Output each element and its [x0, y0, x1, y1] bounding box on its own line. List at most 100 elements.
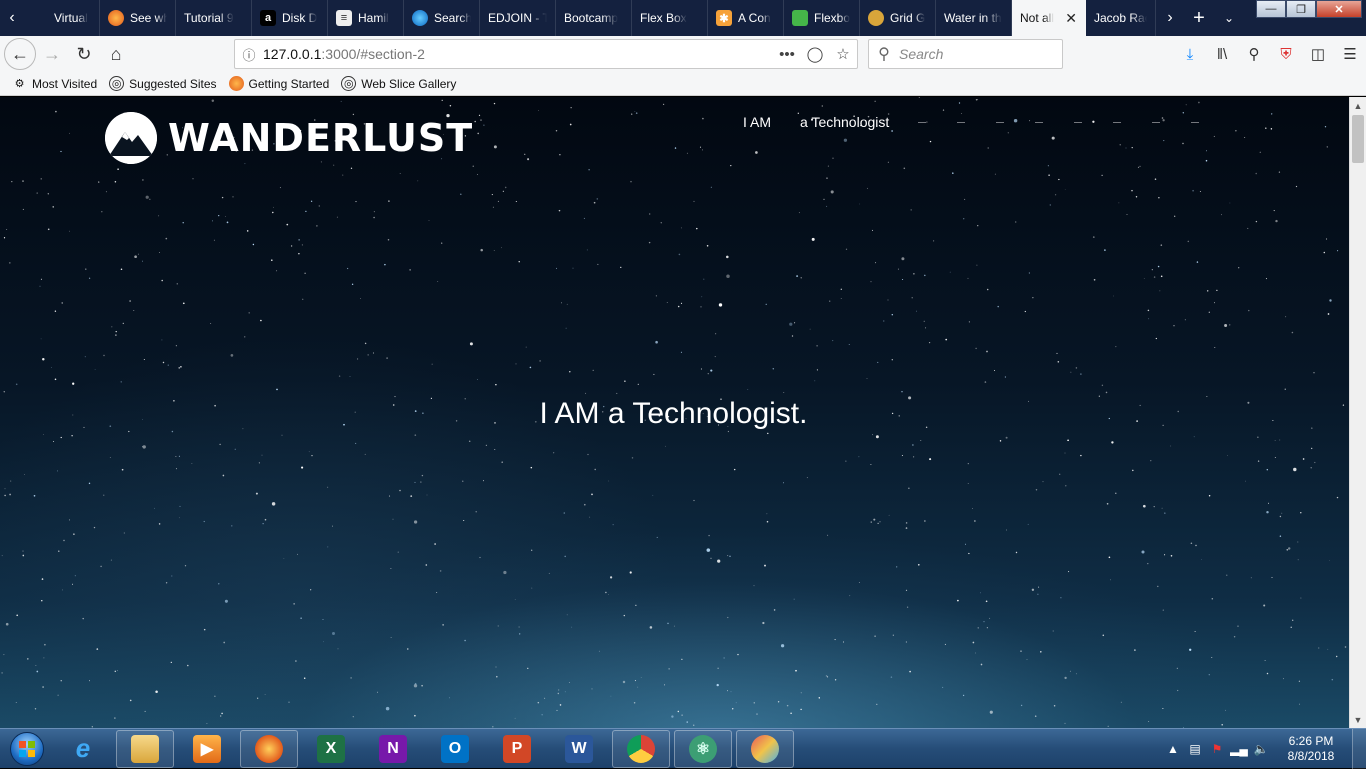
tab-scroll-left-icon[interactable]: ‹ — [0, 0, 24, 36]
maximize-icon[interactable]: ❐ — [1286, 0, 1316, 18]
shield-icon[interactable]: ⛨ — [1270, 46, 1302, 63]
bookmark-getting-started[interactable]: Getting Started — [228, 76, 329, 91]
url-host: 127.0.0.1 — [263, 46, 322, 62]
tab[interactable]: ✱ A Con — [708, 0, 784, 36]
scroll-down-icon[interactable]: ▼ — [1350, 711, 1366, 728]
reload-icon[interactable]: ↻ — [68, 38, 100, 70]
start-button[interactable] — [0, 729, 54, 769]
close-tab-icon[interactable]: ✕ — [1065, 10, 1077, 27]
nav-placeholder — [918, 121, 927, 123]
windows-logo-icon — [10, 731, 44, 766]
pocket-icon[interactable]: ◯ — [801, 45, 829, 63]
tab[interactable]: Jacob Rack — [1086, 0, 1156, 36]
home-icon[interactable]: ⌂ — [100, 38, 132, 70]
site-info-icon[interactable]: ⓘ — [235, 45, 263, 64]
show-desktop-button[interactable] — [1352, 729, 1366, 769]
outlook-icon[interactable]: O — [426, 730, 484, 768]
tab[interactable]: Tutorial 9 — [176, 0, 252, 36]
site-logo[interactable]: WANDERLUST — [105, 112, 473, 164]
paint-icon[interactable] — [736, 729, 794, 768]
search-input[interactable]: ⚲ Search — [868, 39, 1063, 69]
windows-taskbar: e ▶ X N O P W ⚛ ▲ ▤ ⚑ ▂▄ 🔈 6:26 PM 8/8/2… — [0, 728, 1366, 769]
page-icon — [32, 10, 48, 26]
volume-muted-icon[interactable]: 🔈 — [1250, 742, 1272, 756]
nav-placeholder — [1035, 121, 1044, 123]
new-tab-icon[interactable]: + — [1184, 0, 1214, 36]
atom-icon[interactable]: ⚛ — [674, 729, 732, 768]
search-icon[interactable]: ⚲ — [1238, 45, 1270, 63]
menu-icon[interactable]: ☰ — [1334, 45, 1366, 63]
tab[interactable]: Grid G — [860, 0, 936, 36]
nav-link-i-am[interactable]: I AM — [743, 114, 771, 130]
clock-time: 6:26 PM — [1288, 734, 1334, 748]
tab[interactable]: See wh — [100, 0, 176, 36]
media-player-icon[interactable]: ▶ — [178, 730, 236, 768]
tab-list-icon[interactable]: ⌄ — [1214, 0, 1244, 36]
toolbar-buttons: ⤓ ‖\ ⚲ ⛨ ◫ ☰ — [1174, 36, 1366, 72]
close-window-icon[interactable]: ✕ — [1316, 0, 1362, 18]
device-icon[interactable]: ▤ — [1184, 742, 1206, 756]
back-icon[interactable]: ← — [4, 38, 36, 70]
url-bar[interactable]: ⓘ 127.0.0.1:3000/#section-2 ••• ◯ ☆ — [234, 39, 858, 69]
tab-strip: ‹ Virtual See wh Tutorial 9 a Disk D ≡ Ham… — [0, 0, 1366, 36]
vertical-scrollbar[interactable]: ▲ ▼ — [1349, 97, 1366, 728]
globe-icon: ◎ — [109, 76, 125, 91]
tab[interactable]: Flex Box — [632, 0, 708, 36]
firefox-icon[interactable] — [240, 729, 298, 768]
excel-icon[interactable]: X — [302, 730, 360, 768]
flag-alert-icon[interactable]: ⚑ — [1206, 742, 1228, 756]
bookmark-star-icon[interactable]: ☆ — [829, 45, 857, 63]
nav-placeholder — [957, 121, 966, 123]
document-icon: ≡ — [336, 10, 352, 26]
forward-icon[interactable]: → — [36, 38, 68, 70]
globe-icon: ◎ — [341, 76, 357, 91]
scrollbar-thumb[interactable] — [1352, 115, 1364, 163]
mountain-logo-icon — [105, 112, 157, 164]
powerpoint-icon[interactable]: P — [488, 730, 546, 768]
system-tray: ▲ ▤ ⚑ ▂▄ 🔈 6:26 PM 8/8/2018 — [1162, 729, 1366, 769]
tab[interactable]: a Disk D — [252, 0, 328, 36]
tab[interactable]: ≡ Hamil — [328, 0, 404, 36]
tab-active[interactable]: Not all ✕ — [1012, 0, 1086, 36]
clock[interactable]: 6:26 PM 8/8/2018 — [1278, 734, 1344, 764]
nav-link-a-technologist[interactable]: a Technologist — [800, 114, 889, 130]
nav-placeholder — [1191, 121, 1200, 123]
network-signal-icon[interactable]: ▂▄ — [1228, 742, 1250, 756]
file-explorer-icon[interactable] — [116, 729, 174, 768]
library-icon[interactable]: ‖\ — [1206, 46, 1238, 63]
show-hidden-icons-icon[interactable]: ▲ — [1162, 742, 1184, 756]
hero-text: I AM a Technologist. — [539, 397, 808, 430]
search-icon: ⚲ — [878, 46, 890, 63]
page-actions-icon[interactable]: ••• — [773, 46, 801, 63]
site-nav: I AM a Technologist — [743, 114, 1230, 130]
bookmark-most-visited[interactable]: ⚙ Most Visited — [12, 76, 98, 91]
amazon-icon: a — [260, 10, 276, 26]
window-controls: — ❐ ✕ — [1256, 0, 1362, 18]
download-icon[interactable]: ⤓ — [1174, 46, 1206, 63]
sidebar-icon[interactable]: ◫ — [1302, 45, 1334, 63]
tab[interactable]: EDJOIN - T — [480, 0, 556, 36]
logo-text: WANDERLUST — [168, 116, 474, 160]
word-icon[interactable]: W — [550, 730, 608, 768]
bookmark-web-slice-gallery[interactable]: ◎ Web Slice Gallery — [341, 76, 456, 91]
tab[interactable]: Bootcamp — [556, 0, 632, 36]
tab[interactable]: Virtual — [24, 0, 100, 36]
chrome-icon[interactable] — [612, 729, 670, 768]
bookmark-suggested-sites[interactable]: ◎ Suggested Sites — [109, 76, 217, 91]
edge-icon — [412, 10, 428, 26]
scroll-up-icon[interactable]: ▲ — [1350, 97, 1366, 114]
nav-placeholder — [1113, 121, 1122, 123]
frog-icon — [792, 10, 808, 26]
hero-heading: I AM a Technologist. — [0, 397, 1349, 431]
gear-icon: ⚙ — [14, 78, 25, 90]
tab[interactable]: Water in th — [936, 0, 1012, 36]
tab[interactable]: Search — [404, 0, 480, 36]
onenote-icon[interactable]: N — [364, 730, 422, 768]
internet-explorer-icon[interactable]: e — [54, 730, 112, 768]
search-placeholder: Search — [899, 46, 944, 62]
navigation-toolbar: ← → ↻ ⌂ ⓘ 127.0.0.1:3000/#section-2 ••• … — [0, 36, 1366, 72]
minimize-icon[interactable]: — — [1256, 0, 1286, 18]
tab-scroll-right-icon[interactable]: › — [1156, 0, 1184, 36]
tab[interactable]: Flexbo — [784, 0, 860, 36]
star-burst-icon: ✱ — [716, 10, 732, 26]
